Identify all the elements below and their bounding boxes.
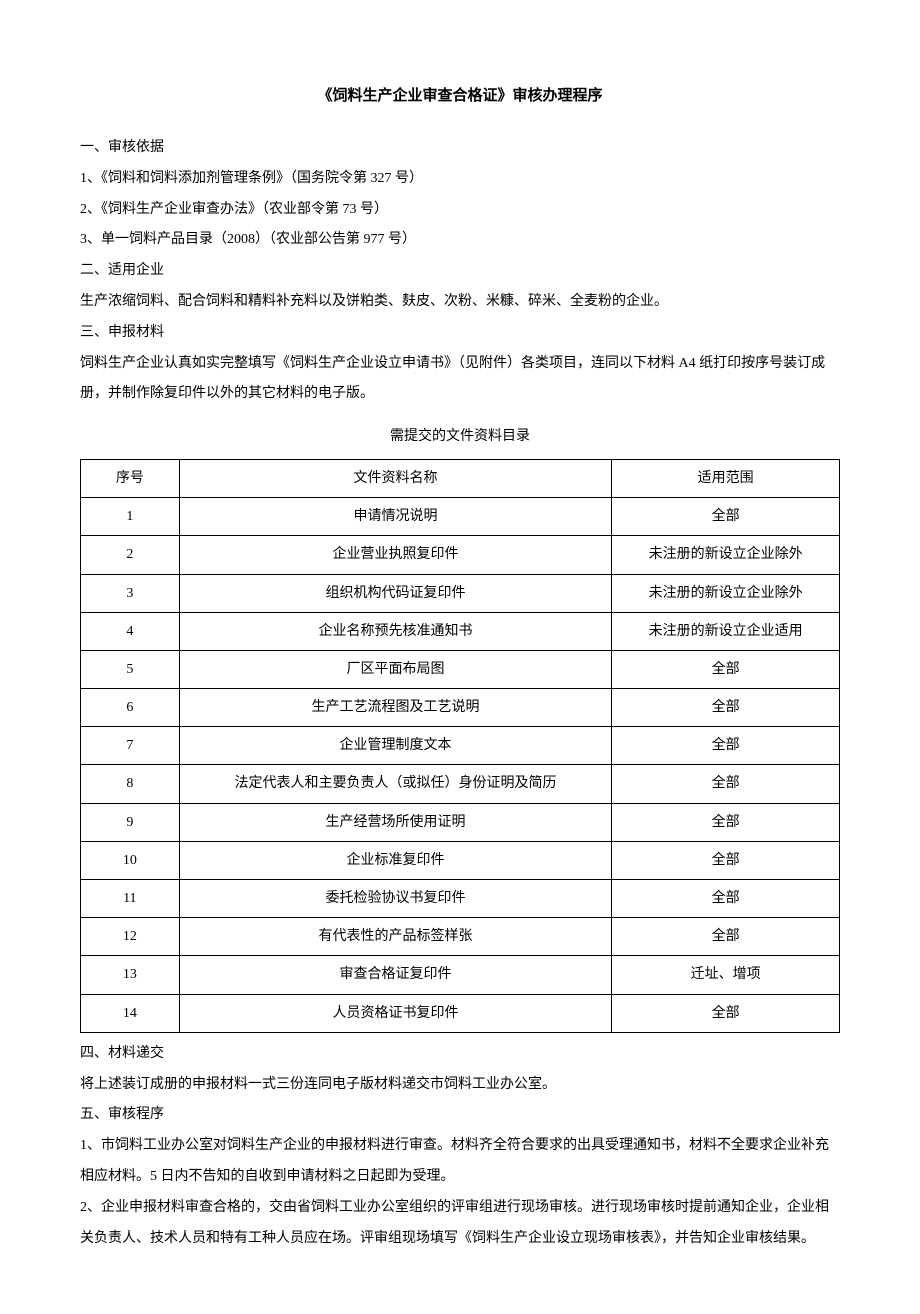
table-cell: 企业管理制度文本	[179, 727, 612, 765]
col-header-seq: 序号	[81, 459, 180, 497]
table-row: 5厂区平面布局图全部	[81, 650, 840, 688]
section-heading: 三、申报材料	[80, 318, 840, 349]
table-cell: 13	[81, 956, 180, 994]
table-cell: 全部	[612, 880, 840, 918]
table-cell: 人员资格证书复印件	[179, 994, 612, 1032]
table-cell: 委托检验协议书复印件	[179, 880, 612, 918]
table-row: 8法定代表人和主要负责人（或拟任）身份证明及简历全部	[81, 765, 840, 803]
table-cell: 全部	[612, 841, 840, 879]
table-row: 11委托检验协议书复印件全部	[81, 880, 840, 918]
body-text: 将上述装订成册的申报材料一式三份连同电子版材料递交市饲料工业办公室。	[80, 1070, 840, 1101]
body-text: 生产浓缩饲料、配合饲料和精料补充料以及饼粕类、麸皮、次粉、米糠、碎米、全麦粉的企…	[80, 287, 840, 318]
table-cell: 全部	[612, 803, 840, 841]
table-cell: 企业标准复印件	[179, 841, 612, 879]
page-title: 《饲料生产企业审查合格证》审核办理程序	[80, 80, 840, 113]
table-cell: 全部	[612, 994, 840, 1032]
table-cell: 厂区平面布局图	[179, 650, 612, 688]
body-text: 饲料生产企业认真如实完整填写《饲料生产企业设立申请书》（见附件）各类项目，连同以…	[80, 349, 840, 411]
table-header-row: 序号 文件资料名称 适用范围	[81, 459, 840, 497]
table-row: 6生产工艺流程图及工艺说明全部	[81, 689, 840, 727]
section-heading: 四、材料递交	[80, 1039, 840, 1070]
table-cell: 5	[81, 650, 180, 688]
table-cell: 12	[81, 918, 180, 956]
table-cell: 6	[81, 689, 180, 727]
table-cell: 7	[81, 727, 180, 765]
table-row: 10企业标准复印件全部	[81, 841, 840, 879]
table-cell: 生产经营场所使用证明	[179, 803, 612, 841]
table-cell: 4	[81, 612, 180, 650]
table-cell: 生产工艺流程图及工艺说明	[179, 689, 612, 727]
table-cell: 迁址、增项	[612, 956, 840, 994]
section-heading: 一、审核依据	[80, 133, 840, 164]
table-cell: 全部	[612, 689, 840, 727]
table-cell: 法定代表人和主要负责人（或拟任）身份证明及简历	[179, 765, 612, 803]
table-cell: 企业名称预先核准通知书	[179, 612, 612, 650]
table-cell: 组织机构代码证复印件	[179, 574, 612, 612]
table-cell: 14	[81, 994, 180, 1032]
table-cell: 8	[81, 765, 180, 803]
body-text: 3、单一饲料产品目录（2008）（农业部公告第 977 号）	[80, 225, 840, 256]
table-row: 3组织机构代码证复印件未注册的新设立企业除外	[81, 574, 840, 612]
table-row: 1申请情况说明全部	[81, 498, 840, 536]
body-text: 1、市饲料工业办公室对饲料生产企业的申报材料进行审查。材料齐全符合要求的出具受理…	[80, 1131, 840, 1193]
table-cell: 全部	[612, 765, 840, 803]
table-cell: 有代表性的产品标签样张	[179, 918, 612, 956]
table-cell: 未注册的新设立企业除外	[612, 574, 840, 612]
body-text: 2、《饲料生产企业审查办法》（农业部令第 73 号）	[80, 195, 840, 226]
table-cell: 全部	[612, 650, 840, 688]
table-cell: 全部	[612, 918, 840, 956]
table-cell: 11	[81, 880, 180, 918]
table-caption: 需提交的文件资料目录	[80, 422, 840, 453]
col-header-scope: 适用范围	[612, 459, 840, 497]
table-row: 14人员资格证书复印件全部	[81, 994, 840, 1032]
table-row: 2企业营业执照复印件未注册的新设立企业除外	[81, 536, 840, 574]
section-heading: 二、适用企业	[80, 256, 840, 287]
table-row: 9生产经营场所使用证明全部	[81, 803, 840, 841]
table-cell: 申请情况说明	[179, 498, 612, 536]
table-cell: 未注册的新设立企业适用	[612, 612, 840, 650]
table-row: 13审查合格证复印件迁址、增项	[81, 956, 840, 994]
table-row: 4企业名称预先核准通知书未注册的新设立企业适用	[81, 612, 840, 650]
col-header-name: 文件资料名称	[179, 459, 612, 497]
table-cell: 10	[81, 841, 180, 879]
table-cell: 企业营业执照复印件	[179, 536, 612, 574]
section-heading: 五、审核程序	[80, 1100, 840, 1131]
table-cell: 1	[81, 498, 180, 536]
body-text: 2、企业申报材料审查合格的，交由省饲料工业办公室组织的评审组进行现场审核。进行现…	[80, 1193, 840, 1255]
table-row: 12有代表性的产品标签样张全部	[81, 918, 840, 956]
documents-table: 序号 文件资料名称 适用范围 1申请情况说明全部2企业营业执照复印件未注册的新设…	[80, 459, 840, 1033]
table-cell: 审查合格证复印件	[179, 956, 612, 994]
body-text: 1、《饲料和饲料添加剂管理条例》（国务院令第 327 号）	[80, 164, 840, 195]
table-cell: 2	[81, 536, 180, 574]
table-cell: 全部	[612, 498, 840, 536]
table-row: 7企业管理制度文本全部	[81, 727, 840, 765]
table-cell: 3	[81, 574, 180, 612]
table-cell: 未注册的新设立企业除外	[612, 536, 840, 574]
table-cell: 9	[81, 803, 180, 841]
table-cell: 全部	[612, 727, 840, 765]
